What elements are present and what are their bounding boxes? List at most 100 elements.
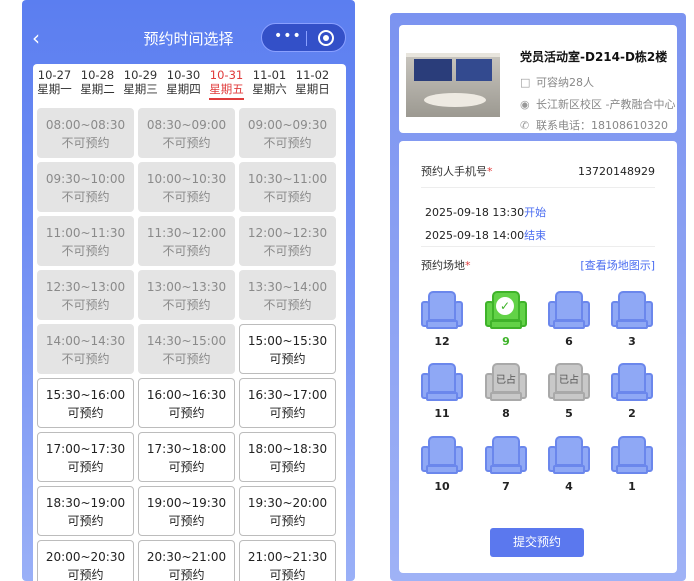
date-text: 10-31 [209, 68, 244, 82]
time-slot: 12:30~13:00 不可预约 [37, 270, 134, 320]
seat-number: 5 [565, 407, 573, 420]
capacity-text: 可容纳28人 [536, 76, 594, 89]
time-slot: 13:00~13:30 不可预约 [138, 270, 235, 320]
time-slot[interactable]: 21:00~21:30 可预约 [239, 540, 336, 581]
divider [421, 246, 655, 247]
date-tab[interactable]: 11-01 星期六 [248, 64, 291, 104]
date-tab[interactable]: 10-28 星期二 [76, 64, 119, 104]
date-text: 10-27 [37, 68, 72, 82]
slot-time: 14:30~15:00 [146, 334, 227, 348]
slot-time: 10:30~11:00 [247, 172, 328, 186]
slot-status: 不可预约 [61, 136, 110, 150]
slot-time: 08:00~08:30 [45, 118, 126, 132]
nav-bar: ‹ 预约时间选择 ••• [22, 0, 355, 68]
seat: 已占 8 [483, 363, 529, 420]
chair-icon: ✓ [485, 291, 527, 331]
chair-icon [611, 436, 653, 476]
chair-icon [548, 291, 590, 331]
slot-status: 不可预约 [263, 244, 312, 258]
slot-time: 13:30~14:00 [247, 280, 328, 294]
seat[interactable]: 3 [609, 291, 655, 348]
time-slot[interactable]: 16:00~16:30 可预约 [138, 378, 235, 428]
seat-number: 2 [628, 407, 636, 420]
time-slot: 11:00~11:30 不可预约 [37, 216, 134, 266]
slot-status: 可预约 [269, 406, 306, 420]
slot-status: 可预约 [269, 514, 306, 528]
slot-status: 可预约 [168, 406, 205, 420]
occupied-text: 已占 [496, 375, 516, 386]
weekday-text: 星期日 [295, 82, 330, 96]
time-slot: 10:00~10:30 不可预约 [138, 162, 235, 212]
seat-number: 6 [565, 335, 573, 348]
time-slot: 13:30~14:00 不可预约 [239, 270, 336, 320]
time-slot[interactable]: 19:30~20:00 可预约 [239, 486, 336, 536]
phone-value[interactable]: 13720148929 [578, 165, 655, 178]
slot-status: 可预约 [67, 514, 104, 528]
more-icon[interactable]: ••• [274, 28, 302, 44]
slot-status: 不可预约 [61, 244, 110, 258]
slot-time: 17:00~17:30 [45, 442, 126, 456]
time-slot[interactable]: 19:00~19:30 可预约 [138, 486, 235, 536]
seat-number: 8 [502, 407, 510, 420]
time-panel: 10-27 星期一 10-28 星期二 10-29 星期三 10-30 星期四 10-31 星期五… [33, 64, 346, 581]
time-slot[interactable]: 17:30~18:00 可预约 [138, 432, 235, 482]
slot-status: 可预约 [168, 514, 205, 528]
date-tab[interactable]: 10-27 星期一 [33, 64, 76, 104]
location-icon: ◉ [520, 98, 530, 111]
slot-time: 12:00~12:30 [247, 226, 328, 240]
time-slot: 14:30~15:00 不可预约 [138, 324, 235, 374]
time-slot[interactable]: 15:30~16:00 可预约 [37, 378, 134, 428]
slot-status: 不可预约 [61, 190, 110, 204]
time-slot: 08:30~09:00 不可预约 [138, 108, 235, 158]
slot-time: 20:30~21:00 [146, 550, 227, 564]
chair-icon [421, 291, 463, 331]
time-slot[interactable]: 18:00~18:30 可预约 [239, 432, 336, 482]
slot-time: 11:30~12:00 [146, 226, 227, 240]
reservation-screen: 党员活动室-D214-D栋2楼 □ 可容纳28人 ◉ 长江新区校区 -产教融合中心 … [390, 13, 686, 581]
contact-text: 联系电话：18108610320 [536, 119, 668, 132]
time-slot[interactable]: 18:30~19:00 可预约 [37, 486, 134, 536]
slot-status: 可预约 [67, 568, 104, 581]
time-slot[interactable]: 20:30~21:00 可预约 [138, 540, 235, 581]
time-slot[interactable]: 16:30~17:00 可预约 [239, 378, 336, 428]
submit-button[interactable]: 提交预约 [490, 528, 584, 557]
seat[interactable]: 12 [419, 291, 465, 348]
date-tab[interactable]: 11-02 星期日 [291, 64, 334, 104]
seat-number: 11 [434, 407, 450, 420]
seat[interactable]: 2 [609, 363, 655, 420]
seat[interactable]: 6 [546, 291, 592, 348]
person-icon: □ [520, 76, 531, 89]
seat-number: 4 [565, 480, 573, 493]
slot-time: 19:00~19:30 [146, 496, 227, 510]
slot-status: 不可预约 [61, 352, 110, 366]
time-slot[interactable]: 20:00~20:30 可预约 [37, 540, 134, 581]
time-slot[interactable]: 17:00~17:30 可预约 [37, 432, 134, 482]
chair-icon: 已占 [548, 363, 590, 403]
view-map-link[interactable]: [查看场地图示] [580, 257, 655, 273]
time-slot[interactable]: 15:00~15:30 可预约 [239, 324, 336, 374]
date-tab[interactable]: 10-31 星期五 [205, 64, 248, 104]
weekday-text: 星期五 [209, 82, 244, 100]
seat[interactable]: 10 [419, 436, 465, 493]
seat[interactable]: 11 [419, 363, 465, 420]
slot-time: 08:30~09:00 [146, 118, 227, 132]
seat[interactable]: 1 [609, 436, 655, 493]
location-row: ◉ 长江新区校区 -产教融合中心 [520, 96, 675, 112]
date-text: 10-30 [166, 68, 201, 82]
date-tab[interactable]: 10-29 星期三 [119, 64, 162, 104]
seat[interactable]: 4 [546, 436, 592, 493]
slot-time: 17:30~18:00 [146, 442, 227, 456]
close-circle-icon[interactable] [318, 30, 334, 46]
time-slot: 09:30~10:00 不可预约 [37, 162, 134, 212]
seat: 已占 5 [546, 363, 592, 420]
slot-time: 15:00~15:30 [247, 334, 328, 348]
date-tabs: 10-27 星期一 10-28 星期二 10-29 星期三 10-30 星期四 10-31 星期五… [33, 64, 346, 104]
slot-time: 11:00~11:30 [45, 226, 126, 240]
weekday-text: 星期四 [166, 82, 201, 96]
seat-number: 3 [628, 335, 636, 348]
seat[interactable]: 7 [483, 436, 529, 493]
chair-icon [485, 436, 527, 476]
seat[interactable]: ✓ 9 [483, 291, 529, 348]
date-tab[interactable]: 10-30 星期四 [162, 64, 205, 104]
slot-status: 可预约 [269, 460, 306, 474]
